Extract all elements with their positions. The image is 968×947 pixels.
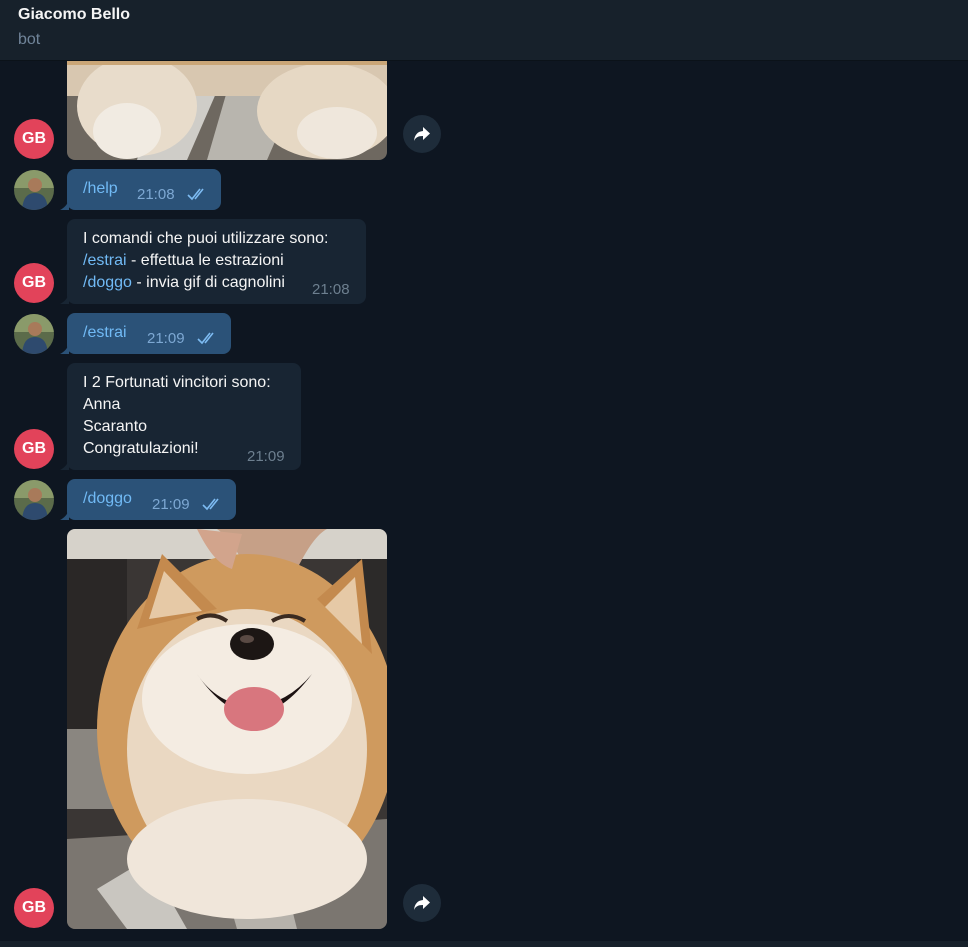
message-line: I comandi che puoi utilizzare sono: [83, 230, 329, 247]
bot-avatar[interactable]: GB [14, 888, 54, 928]
message-line: Anna [83, 396, 121, 413]
avatar-initials: GB [22, 440, 46, 457]
command-description: - invia gif di cagnolini [131, 274, 285, 291]
dog-gif[interactable] [67, 529, 387, 929]
message-help[interactable]: /help 21:08 [60, 169, 221, 210]
message-winners[interactable]: I 2 Fortunati vincitori sono: Anna Scara… [60, 363, 301, 470]
message-line: Congratulazioni! [83, 440, 199, 457]
bot-avatar[interactable]: GB [14, 429, 54, 469]
avatar-initials: GB [22, 899, 46, 916]
composer-edge [0, 941, 968, 947]
double-check-icon [197, 332, 214, 345]
message-list[interactable]: GB /help 21:08 I comandi che puoi utiliz… [0, 61, 968, 941]
message-line: I 2 Fortunati vincitori sono: [83, 374, 271, 391]
message-line: Scaranto [83, 418, 148, 435]
user-avatar[interactable] [14, 170, 54, 210]
double-check-icon [202, 498, 219, 511]
share-button[interactable] [403, 884, 441, 922]
message-doggo[interactable]: /doggo 21:09 [60, 479, 236, 520]
share-button[interactable] [403, 115, 441, 153]
chat-title[interactable]: Giacomo Bello [18, 6, 130, 24]
avatar-initials: GB [22, 130, 46, 147]
user-avatar[interactable] [14, 314, 54, 354]
user-avatar[interactable] [14, 480, 54, 520]
message-time: 21:09 [147, 330, 185, 347]
avatar-initials: GB [22, 274, 46, 291]
message-line: /doggo - invia gif di cagnolini [83, 272, 285, 294]
chat-header[interactable]: Giacomo Bello bot [0, 0, 968, 61]
message-text[interactable]: /estrai [83, 322, 127, 344]
message-time: 21:08 [137, 186, 175, 203]
message-estrai[interactable]: /estrai 21:09 [60, 313, 231, 354]
double-check-icon [187, 188, 204, 201]
chat-subtitle: bot [18, 31, 41, 48]
message-time: 21:09 [247, 448, 285, 465]
share-arrow-icon [414, 896, 430, 910]
message-line: /estrai - effettua le estrazioni [83, 250, 284, 272]
bot-avatar[interactable]: GB [14, 119, 54, 159]
command-description: - effettua le estrazioni [126, 252, 284, 269]
message-text[interactable]: /doggo [83, 488, 132, 510]
message-time: 21:08 [312, 281, 350, 298]
message-text[interactable]: /help [83, 178, 118, 200]
command-link-doggo[interactable]: /doggo [83, 274, 132, 291]
bot-avatar[interactable]: GB [14, 263, 54, 303]
message-time: 21:09 [152, 496, 190, 513]
share-arrow-icon [414, 127, 430, 141]
command-link-estrai[interactable]: /estrai [83, 252, 127, 269]
message-commands[interactable]: I comandi che puoi utilizzare sono: /est… [60, 219, 366, 304]
dog-gif-top[interactable] [67, 61, 387, 160]
